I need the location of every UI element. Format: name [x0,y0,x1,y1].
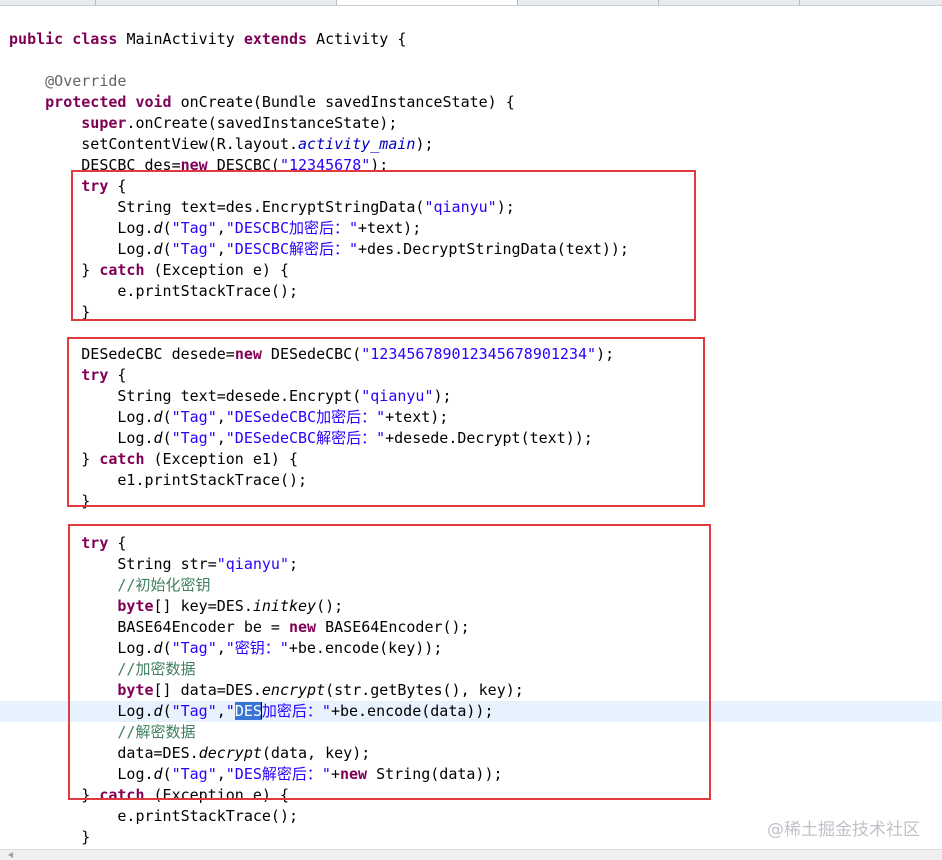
code-editor[interactable]: public class MainActivity extends Activi… [0,6,942,849]
code-line: @Override [45,72,127,90]
highlight-box-descbc [71,170,696,321]
editor-tab[interactable] [800,0,942,5]
editor-tab[interactable] [96,0,337,5]
code-line: protected void onCreate(Bundle savedInst… [45,93,515,111]
editor-tab[interactable] [518,0,659,5]
horizontal-scrollbar[interactable] [0,849,942,860]
editor-tab-active[interactable] [337,0,518,5]
editor-tab[interactable] [0,0,96,5]
code-line: super.onCreate(savedInstanceState); [81,114,398,132]
code-line: public class MainActivity extends Activi… [9,30,407,48]
highlight-box-desedecbc [67,337,705,507]
code-line: setContentView(R.layout.activity_main); [81,135,434,153]
watermark: @稀土掘金技术社区 [767,820,920,840]
highlight-box-des [68,524,711,800]
editor-tab[interactable] [659,0,800,5]
scroll-left-arrow-icon[interactable] [8,852,13,858]
